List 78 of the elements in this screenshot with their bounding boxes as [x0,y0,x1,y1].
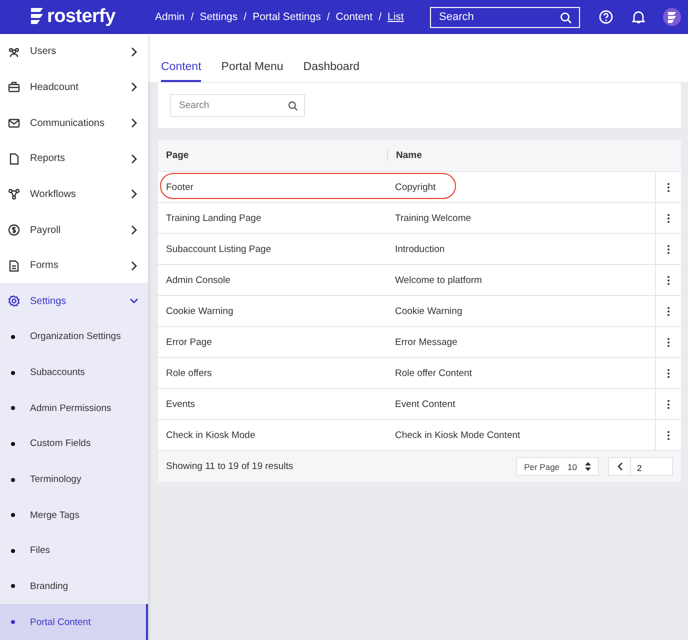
breadcrumb-separator: / [326,11,330,23]
chevron-right-icon [130,118,138,128]
breadcrumb-link[interactable]: Admin [155,11,185,23]
breadcrumb-separator: / [244,11,247,23]
table-cell-text: Admin Console [165,274,232,286]
chevron-left-icon [616,462,622,471]
chevron-right-icon [130,225,138,236]
sidebar-subitem[interactable]: Merge Tags [0,497,148,533]
previous-page-button[interactable] [608,457,631,476]
avatar-icon[interactable] [663,8,681,26]
chevron-right-icon [130,189,138,200]
breadcrumb-separator: / [190,11,194,23]
table-cell-text: Error Message [395,336,458,348]
chevron-right-icon [130,260,138,271]
sidebar-item[interactable]: Headcount [0,70,148,106]
table-cell-text: Subaccount Listing Page [165,244,272,254]
breadcrumb-link[interactable]: List [387,11,404,23]
table-cell-text: Welcome to platform [395,274,483,286]
sidebar-subitem[interactable]: Admin Permissions [0,390,148,426]
sidebar-item[interactable]: Payroll [0,212,148,248]
search-icon [288,101,298,111]
table-cell-text: Footer [165,182,194,192]
table-cell-text: Check in Kiosk Mode Content [395,430,522,440]
kebab-icon [667,182,670,192]
tab[interactable]: Dashboard [303,61,360,82]
table-cell-text: Events [165,398,196,410]
sidebar-subitem[interactable]: Terminology [0,462,148,498]
sidebar-subitem[interactable]: Branding [0,568,148,604]
table-cell-text: Introduction [395,244,446,254]
table-cell-text: Error Page [165,336,213,348]
sidebar-item[interactable]: Communications [0,105,148,141]
table-cell-text: Role offers [165,368,213,378]
kebab-icon [667,276,670,284]
tab[interactable]: Portal Menu [221,61,284,82]
sidebar-subitem[interactable]: Files [0,532,148,569]
kebab-icon [667,430,670,440]
sidebar-item[interactable]: Users [0,34,148,70]
sidebar-subitem[interactable]: Custom Fields [0,426,148,462]
results-summary: Showing 11 to 19 of 19 results [166,461,294,472]
help-icon[interactable] [599,10,613,24]
chevron-right-icon [130,154,138,164]
column-header: Page [158,150,388,161]
kebab-icon [667,368,670,378]
kebab-icon [667,244,670,254]
table-cell-text: Training Welcome [395,212,472,224]
sidebar-subitem[interactable]: Subaccounts [0,354,148,390]
logo: rosterfy [47,6,116,28]
kebab-icon [667,400,670,408]
sidebar-item[interactable]: Workflows [0,176,148,212]
table-cell-text: Cookie Warning [395,306,464,316]
kebab-icon [667,214,670,222]
per-page-select[interactable]: Per Page 10 [516,457,599,476]
sidebar-item[interactable]: Settings [0,283,148,320]
table-cell-text: Copyright [395,182,437,192]
kebab-icon [667,338,670,346]
logo-icon [30,7,44,27]
sidebar-subitem[interactable]: Organization Settings [0,319,148,355]
column-header: Name [396,150,423,161]
bell-icon[interactable] [632,10,645,24]
page-number-field[interactable]: 2 [631,457,673,476]
table-cell-text: Cookie Warning [165,306,234,316]
table-cell-text: Event Content [395,398,456,410]
sidebar-item[interactable]: Reports [0,140,148,177]
search-icon [560,12,572,24]
chevron-right-icon [130,46,138,57]
table-cell-text: Role offer Content [395,368,473,378]
search-field[interactable]: Search [170,94,305,117]
breadcrumb-separator: / [378,11,382,23]
kebab-icon [667,306,670,316]
breadcrumb-link[interactable]: Portal Settings [252,11,321,23]
breadcrumb-link[interactable]: Content [336,11,373,23]
sidebar-item[interactable]: Forms [0,248,148,284]
table-cell-text: Check in Kiosk Mode [165,430,256,440]
breadcrumb-link[interactable]: Settings [200,11,238,23]
chevron-right-icon [130,82,138,92]
sidebar-subitem[interactable]: Portal Content [0,604,148,640]
table-cell-text: Training Landing Page [165,212,262,224]
sort-icon [585,462,591,471]
